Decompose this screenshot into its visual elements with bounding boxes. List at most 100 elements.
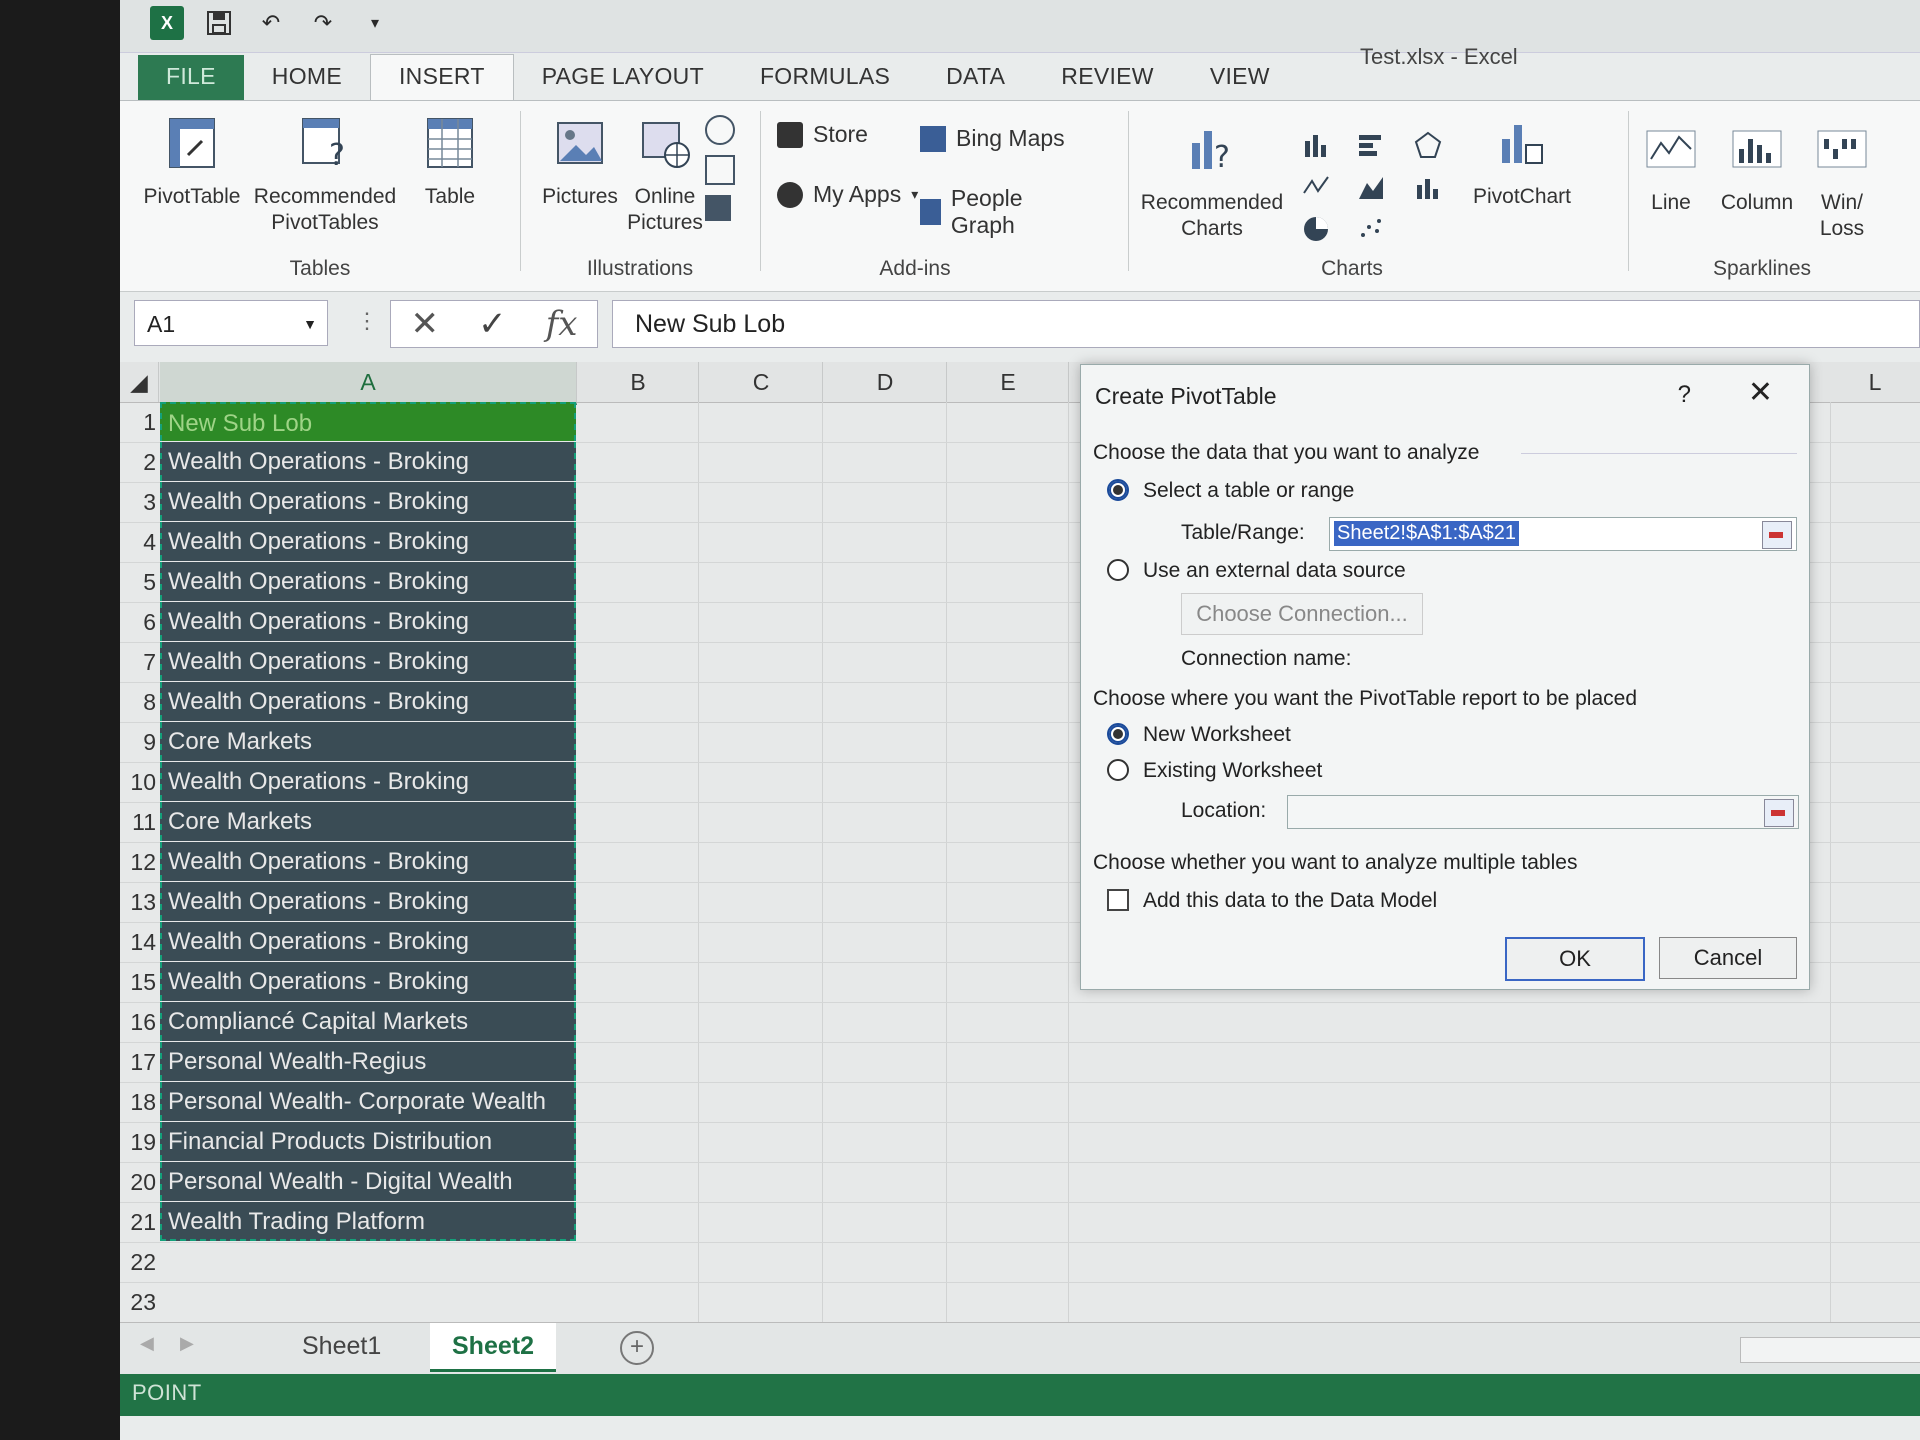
cell-a[interactable]: New Sub Lob xyxy=(160,402,576,441)
radio-existing-worksheet[interactable] xyxy=(1107,759,1129,781)
cell-a[interactable]: Core Markets xyxy=(160,722,576,761)
range-selector-icon[interactable] xyxy=(1764,799,1794,827)
formula-bar-options-icon[interactable]: ⋮ xyxy=(356,308,378,334)
row-header[interactable]: 17 xyxy=(120,1042,156,1082)
add-sheet-icon[interactable]: + xyxy=(620,1331,654,1365)
cancel-entry-icon[interactable]: ✕ xyxy=(411,304,440,344)
cell-a[interactable]: Personal Wealth- Corporate Wealth xyxy=(160,1082,576,1121)
radio-existing-worksheet-label[interactable]: Existing Worksheet xyxy=(1143,759,1322,783)
cell-a[interactable]: Wealth Operations - Broking xyxy=(160,922,576,961)
tab-data[interactable]: DATA xyxy=(918,55,1033,100)
column-header-d[interactable]: D xyxy=(824,362,947,402)
formula-input[interactable]: New Sub Lob xyxy=(612,300,1920,348)
bar-chart-button[interactable] xyxy=(1357,131,1385,159)
sheet-tab-sheet1[interactable]: Sheet1 xyxy=(280,1323,403,1369)
save-icon[interactable] xyxy=(202,6,236,40)
radio-external-source[interactable] xyxy=(1107,559,1129,581)
row-header[interactable]: 20 xyxy=(120,1162,156,1202)
combo-chart-button[interactable] xyxy=(1414,173,1442,201)
confirm-entry-icon[interactable]: ✓ xyxy=(478,304,507,344)
row-header[interactable]: 19 xyxy=(120,1122,156,1162)
row-header[interactable]: 22 xyxy=(120,1242,156,1282)
recommended-pivottables-button[interactable]: ? Recommended PivotTables xyxy=(250,115,400,236)
chevron-down-icon[interactable]: ▼ xyxy=(303,301,317,347)
sheet-tab-sheet2[interactable]: Sheet2 xyxy=(430,1323,556,1372)
recommended-charts-button[interactable]: ? Recommended Charts xyxy=(1132,121,1292,242)
row-header[interactable]: 10 xyxy=(120,762,156,802)
cell-a[interactable]: Wealth Operations - Broking xyxy=(160,562,576,601)
tab-home[interactable]: HOME xyxy=(244,55,370,100)
shapes-button[interactable] xyxy=(705,115,735,145)
row-header[interactable]: 11 xyxy=(120,802,156,842)
help-icon[interactable]: ? xyxy=(1678,381,1691,409)
row-header[interactable]: 1 xyxy=(120,402,156,442)
radio-select-table-label[interactable]: Select a table or range xyxy=(1143,479,1354,503)
choose-connection-button[interactable]: Choose Connection... xyxy=(1181,593,1423,635)
row-header[interactable]: 7 xyxy=(120,642,156,682)
stock-chart-button[interactable] xyxy=(1302,173,1330,201)
horizontal-scrollbar[interactable] xyxy=(1740,1337,1920,1363)
cell-a[interactable]: Wealth Operations - Broking xyxy=(160,522,576,561)
cell-a[interactable]: Personal Wealth-Regius xyxy=(160,1042,576,1081)
row-header[interactable]: 16 xyxy=(120,1002,156,1042)
row-header[interactable]: 6 xyxy=(120,602,156,642)
column-header-e[interactable]: E xyxy=(948,362,1069,402)
range-selector-icon[interactable] xyxy=(1762,521,1792,549)
scatter-chart-button[interactable] xyxy=(1357,215,1385,243)
row-header[interactable]: 12 xyxy=(120,842,156,882)
radio-select-table[interactable] xyxy=(1107,479,1129,501)
column-header-b[interactable]: B xyxy=(578,362,699,402)
row-header[interactable]: 8 xyxy=(120,682,156,722)
tab-formulas[interactable]: FORMULAS xyxy=(732,55,918,100)
row-header[interactable]: 4 xyxy=(120,522,156,562)
row-header[interactable]: 5 xyxy=(120,562,156,602)
row-header[interactable]: 13 xyxy=(120,882,156,922)
column-header-l[interactable]: L xyxy=(1830,362,1920,402)
cell-a[interactable]: Wealth Operations - Broking xyxy=(160,602,576,641)
cell-a[interactable]: Wealth Operations - Broking xyxy=(160,682,576,721)
row-header[interactable]: 23 xyxy=(120,1282,156,1322)
cell-a[interactable]: Financial Products Distribution xyxy=(160,1122,576,1161)
row-header[interactable]: 3 xyxy=(120,482,156,522)
cancel-button[interactable]: Cancel xyxy=(1659,937,1797,979)
smartart-button[interactable] xyxy=(705,155,735,185)
select-all-corner[interactable]: ◢ xyxy=(120,362,159,402)
area-chart-button[interactable] xyxy=(1357,173,1385,201)
radio-external-source-label[interactable]: Use an external data source xyxy=(1143,559,1406,583)
tab-review[interactable]: REVIEW xyxy=(1033,55,1182,100)
undo-icon[interactable]: ↶ xyxy=(254,6,288,40)
cell-a[interactable]: Wealth Operations - Broking xyxy=(160,482,576,521)
column-chart-button[interactable] xyxy=(1302,131,1330,159)
ok-button[interactable]: OK xyxy=(1505,937,1645,981)
data-model-checkbox[interactable] xyxy=(1107,889,1129,911)
people-graph-button[interactable]: People Graph xyxy=(920,185,1065,239)
name-box[interactable]: A1 ▼ xyxy=(134,300,328,346)
cell-a[interactable]: Core Markets xyxy=(160,802,576,841)
column-header-c[interactable]: C xyxy=(700,362,823,402)
row-header[interactable]: 21 xyxy=(120,1202,156,1242)
pivotchart-button[interactable]: PivotChart xyxy=(1467,115,1577,210)
radio-new-worksheet[interactable] xyxy=(1107,723,1129,745)
bing-maps-button[interactable]: Bing Maps xyxy=(920,125,1065,152)
cell-a[interactable]: Wealth Operations - Broking xyxy=(160,962,576,1001)
location-input[interactable] xyxy=(1287,795,1799,829)
row-header[interactable]: 14 xyxy=(120,922,156,962)
column-header-a[interactable]: A xyxy=(160,362,577,405)
sparkline-line-button[interactable]: Line xyxy=(1636,121,1706,216)
sheet-scroll-left-icon[interactable]: ◀ xyxy=(140,1333,154,1354)
customize-qat-icon[interactable]: ▾ xyxy=(358,6,392,40)
cell-a[interactable]: Compliancé Capital Markets xyxy=(160,1002,576,1041)
cell-a[interactable]: Wealth Operations - Broking xyxy=(160,442,576,481)
redo-icon[interactable]: ↷ xyxy=(306,6,340,40)
online-pictures-button[interactable]: Online Pictures xyxy=(625,115,705,236)
screenshot-button[interactable] xyxy=(705,195,731,221)
my-apps-button[interactable]: My Apps ▾ xyxy=(777,181,918,208)
store-button[interactable]: Store xyxy=(777,121,868,148)
sparkline-column-button[interactable]: Column xyxy=(1712,121,1802,216)
row-header[interactable]: 9 xyxy=(120,722,156,762)
tab-file[interactable]: FILE xyxy=(138,55,244,100)
tab-page-layout[interactable]: PAGE LAYOUT xyxy=(514,55,732,100)
hierarchy-chart-button[interactable] xyxy=(1414,131,1442,159)
cell-a[interactable]: Personal Wealth - Digital Wealth xyxy=(160,1162,576,1201)
pictures-button[interactable]: Pictures xyxy=(535,115,625,210)
